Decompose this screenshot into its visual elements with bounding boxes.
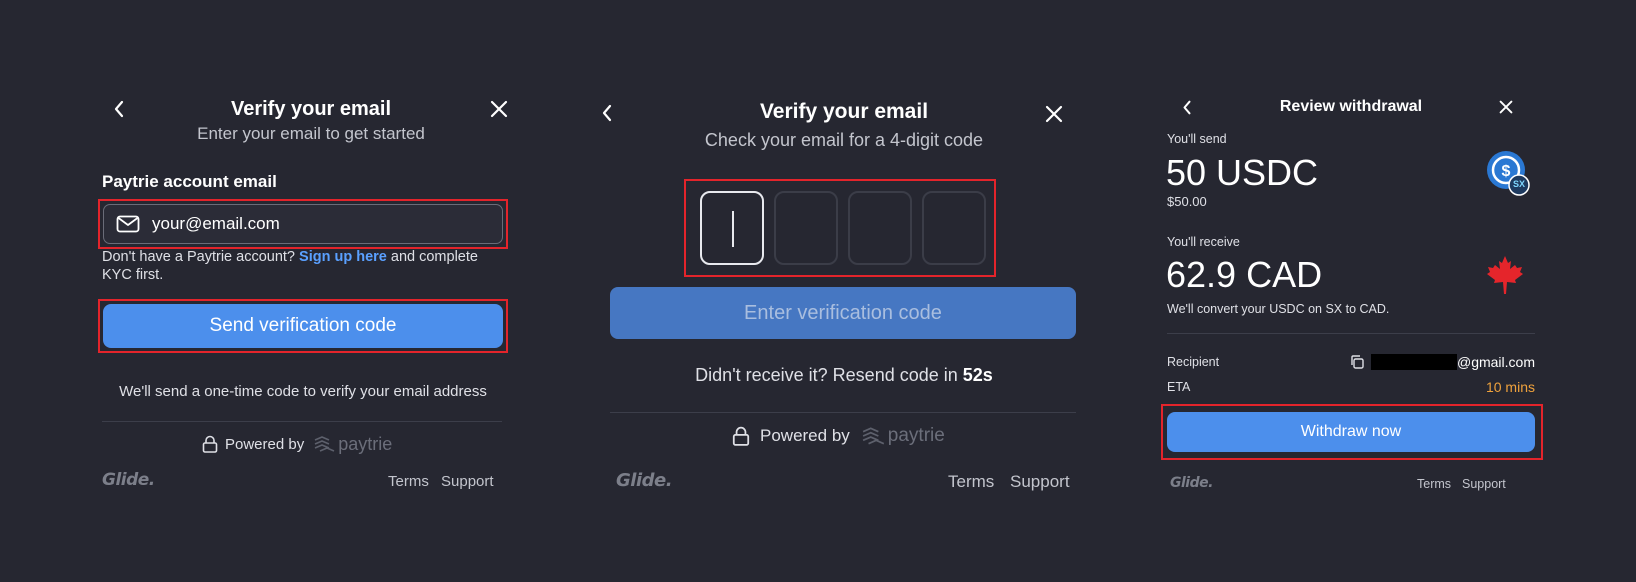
- paytrie-logo-icon: [314, 436, 335, 452]
- paytrie-brand: paytrie: [338, 433, 393, 454]
- resend-label: Didn't receive it? Resend code in: [695, 365, 958, 385]
- withdraw-now-button[interactable]: Withdraw now: [1167, 412, 1535, 452]
- help-text-pre: Don't have a Paytrie account?: [102, 249, 295, 265]
- email-field-label: Paytrie account email: [102, 172, 277, 191]
- page-title: Review withdrawal: [1279, 98, 1423, 115]
- recipient-label: Recipient: [1167, 355, 1220, 369]
- code-digit-1[interactable]: [700, 191, 764, 265]
- copy-icon[interactable]: [1349, 354, 1365, 370]
- review-withdrawal-panel: Review withdrawal You'll send 50 USDC $5…: [1150, 74, 1552, 520]
- page-title: Verify your email: [230, 98, 392, 120]
- send-label: You'll send: [1167, 132, 1227, 146]
- powered-by: Powered by paytrie: [732, 416, 972, 456]
- eta-value: 10 mins: [1485, 379, 1535, 395]
- svg-text:$: $: [1502, 163, 1511, 180]
- page-subtitle: Enter your email to get started: [197, 124, 425, 143]
- terms-link[interactable]: Terms: [388, 473, 429, 490]
- receive-amount: 62.9 CAD: [1166, 254, 1323, 295]
- mail-icon: [116, 215, 140, 233]
- powered-by-label: Powered by: [225, 435, 305, 453]
- divider: [610, 412, 1076, 413]
- email-input[interactable]: your@email.com: [103, 204, 503, 244]
- divider: [102, 421, 502, 422]
- send-amount: 50 USDC: [1166, 152, 1319, 193]
- receive-label: You'll receive: [1167, 235, 1240, 249]
- close-icon: [1045, 105, 1063, 123]
- support-link[interactable]: Support: [441, 473, 494, 490]
- enter-verification-code-button[interactable]: Enter verification code: [610, 287, 1076, 339]
- terms-link[interactable]: Terms: [948, 472, 994, 492]
- verification-note: We'll send a one-time code to verify you…: [119, 383, 487, 400]
- signup-help-text: Don't have a Paytrie account? Sign up he…: [102, 248, 502, 284]
- text-cursor: [732, 211, 734, 247]
- support-link[interactable]: Support: [1010, 472, 1070, 492]
- send-verification-code-button[interactable]: Send verification code: [103, 304, 503, 348]
- usdc-sx-token-icon: $ SX: [1486, 150, 1534, 198]
- paytrie-logo-icon: [862, 427, 884, 445]
- conversion-note: We'll convert your USDC on SX to CAD.: [1167, 302, 1390, 316]
- recipient-email: @gmail.com: [1456, 354, 1535, 370]
- powered-by: Powered by paytrie: [202, 424, 402, 464]
- support-link[interactable]: Support: [1462, 477, 1506, 491]
- sx-badge: SX: [1512, 179, 1525, 189]
- email-input-value: your@email.com: [152, 214, 280, 233]
- eta-label: ETA: [1167, 380, 1191, 394]
- signup-link[interactable]: Sign up here: [299, 249, 387, 265]
- close-icon: [490, 100, 508, 118]
- resend-timer: 52s: [962, 365, 993, 385]
- send-fiat-amount: $50.00: [1167, 194, 1207, 209]
- lock-icon: [202, 435, 218, 453]
- email-entry-panel: Verify your email Enter your email to ge…: [84, 74, 538, 520]
- resend-text: Didn't receive it? Resend code in 52s: [590, 365, 1098, 386]
- close-button[interactable]: [484, 94, 514, 124]
- powered-by-label: Powered by: [760, 426, 850, 445]
- lock-icon: [732, 426, 750, 446]
- close-button[interactable]: [1494, 95, 1518, 119]
- redacted-email-mask: [1370, 354, 1457, 370]
- canada-flag-icon: [1484, 254, 1526, 296]
- code-digit-3[interactable]: [848, 191, 912, 265]
- glide-logo: Glide.: [616, 470, 673, 491]
- glide-logo: Glide.: [1170, 475, 1213, 491]
- recipient-row: @gmail.com: [1330, 352, 1535, 372]
- divider: [1167, 333, 1535, 334]
- page-title: Verify your email: [759, 100, 929, 123]
- code-entry-panel: Verify your email Check your email for a…: [590, 74, 1098, 520]
- close-button[interactable]: [1038, 98, 1070, 130]
- close-icon: [1499, 100, 1513, 114]
- page-subtitle: Check your email for a 4-digit code: [704, 130, 984, 150]
- paytrie-brand: paytrie: [887, 425, 945, 446]
- code-digit-2[interactable]: [774, 191, 838, 265]
- terms-link[interactable]: Terms: [1417, 477, 1451, 491]
- glide-logo: Glide.: [102, 470, 155, 490]
- code-digit-4[interactable]: [922, 191, 986, 265]
